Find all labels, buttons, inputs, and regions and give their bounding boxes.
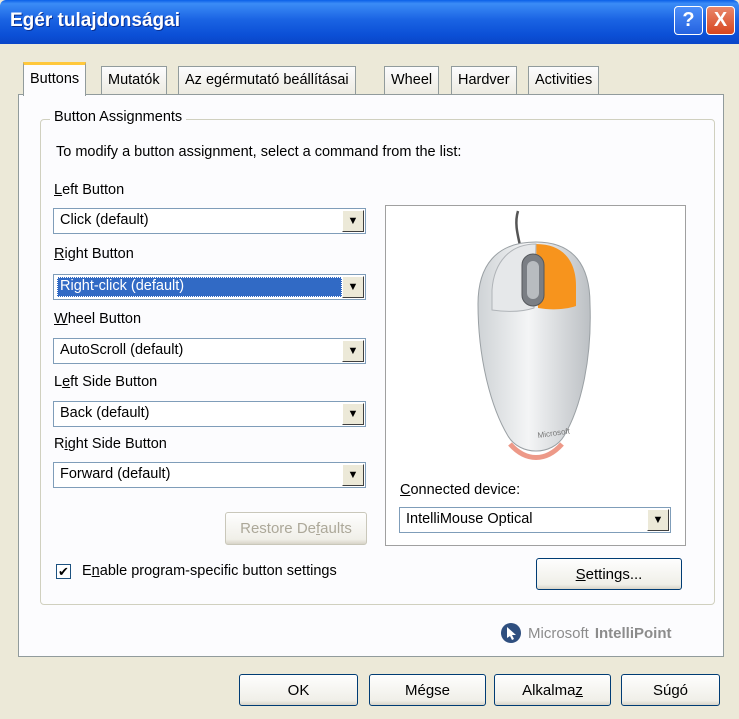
ok-button[interactable]: OK bbox=[239, 674, 358, 706]
cancel-button[interactable]: Mégse bbox=[369, 674, 486, 706]
group-legend: Button Assignments bbox=[50, 109, 187, 125]
program-specific-label[interactable]: Enable program-specific button settings bbox=[82, 563, 337, 579]
window-title: Egér tulajdonságai bbox=[10, 10, 180, 31]
settings-button[interactable]: Settings... bbox=[536, 558, 682, 590]
tab-buttons[interactable]: Buttons bbox=[23, 62, 87, 96]
connected-device-label: Connected device: bbox=[400, 482, 521, 498]
chevron-down-icon[interactable]: ▼ bbox=[647, 509, 669, 531]
connected-device-select[interactable]: IntelliMouse Optical ▼ bbox=[399, 507, 671, 533]
left-button-value: Click (default) bbox=[60, 212, 149, 228]
instructions-text: To modify a button assignment, select a … bbox=[56, 144, 462, 160]
restore-defaults-button[interactable]: Restore De f aults bbox=[225, 512, 367, 545]
help-button[interactable]: ? bbox=[674, 6, 703, 35]
wheel-button-value: AutoScroll (default) bbox=[60, 342, 184, 358]
close-button[interactable]: X bbox=[706, 6, 735, 35]
tab-pointer-options[interactable]: Az egérmutató beállításai bbox=[178, 66, 356, 95]
intellipoint-branding: Microsoft IntelliPoint bbox=[500, 622, 672, 644]
chevron-down-icon[interactable]: ▼ bbox=[342, 210, 364, 232]
right-side-button-value: Forward (default) bbox=[60, 466, 171, 482]
apply-button[interactable]: Alkalma z bbox=[494, 674, 611, 706]
question-icon: ? bbox=[682, 9, 695, 31]
chevron-down-icon[interactable]: ▼ bbox=[342, 403, 364, 425]
tab-activities[interactable]: Activities bbox=[528, 66, 600, 95]
tab-hardware[interactable]: Hardver bbox=[451, 66, 517, 95]
left-side-button-label: Left Side Button bbox=[54, 374, 158, 390]
chevron-down-icon[interactable]: ▼ bbox=[342, 340, 364, 362]
right-side-button-label: Right Side Button bbox=[54, 436, 167, 452]
tab-mutatok[interactable]: Mutatók bbox=[101, 66, 167, 95]
right-button-value: Right-click (default) bbox=[57, 277, 342, 297]
right-button-select[interactable]: Right-click (default) ▼ bbox=[53, 274, 366, 300]
tab-wheel[interactable]: Wheel bbox=[384, 66, 440, 95]
left-side-button-select[interactable]: Back (default) ▼ bbox=[53, 401, 366, 427]
help-footer-button[interactable]: Súgó bbox=[621, 674, 720, 706]
program-specific-checkbox[interactable]: ✔ bbox=[56, 564, 71, 579]
right-button-label: Right Button bbox=[54, 246, 134, 262]
chevron-down-icon[interactable]: ▼ bbox=[342, 276, 364, 298]
intellipoint-logo-icon bbox=[501, 623, 521, 643]
checkmark-icon: ✔ bbox=[58, 564, 69, 579]
left-button-label: Left Button bbox=[54, 182, 125, 198]
close-icon: X bbox=[713, 9, 728, 31]
branding-microsoft: Microsoft bbox=[528, 624, 589, 642]
title-bar[interactable]: Egér tulajdonságai ? X bbox=[0, 0, 739, 44]
left-button-select[interactable]: Click (default) ▼ bbox=[53, 208, 366, 234]
wheel-button-label: Wheel Button bbox=[54, 311, 142, 327]
mouse-image: Microsoft bbox=[477, 210, 591, 460]
connected-device-value: IntelliMouse Optical bbox=[406, 511, 533, 527]
wheel-button-select[interactable]: AutoScroll (default) ▼ bbox=[53, 338, 366, 364]
branding-intellipoint: IntelliPoint bbox=[594, 624, 672, 642]
left-side-button-value: Back (default) bbox=[60, 405, 150, 421]
chevron-down-icon[interactable]: ▼ bbox=[342, 464, 364, 486]
right-side-button-select[interactable]: Forward (default) ▼ bbox=[53, 462, 366, 488]
